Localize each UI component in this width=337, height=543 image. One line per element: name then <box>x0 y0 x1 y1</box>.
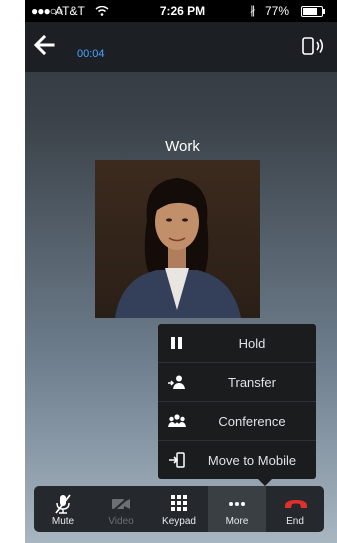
battery-level <box>303 8 317 15</box>
menu-item-label: Hold <box>238 336 266 351</box>
contact-name: Work <box>165 138 200 155</box>
call-toolbar: Mute Video Keypad More End <box>34 486 324 532</box>
call-duration: 00:04 <box>77 48 105 60</box>
contact-photo <box>95 160 260 318</box>
menu-item-label: Move to Mobile <box>207 453 297 468</box>
menu-item-move-to-mobile[interactable]: Move to Mobile <box>158 441 316 479</box>
phone-speaker-icon <box>302 37 324 55</box>
more-menu: Hold Transfer Conference Move to Mobile <box>158 324 316 479</box>
end-label: End <box>286 516 304 527</box>
clock: 7:26 PM <box>159 4 206 18</box>
arrow-left-icon <box>33 34 55 56</box>
keypad-label: Keypad <box>162 516 196 527</box>
more-button[interactable]: More <box>208 486 266 532</box>
menu-item-label: Conference <box>218 414 286 429</box>
menu-item-hold[interactable]: Hold <box>158 324 316 363</box>
video-button[interactable]: Video <box>92 486 150 532</box>
menu-item-conference[interactable]: Conference <box>158 402 316 441</box>
end-call-button[interactable]: End <box>266 486 324 532</box>
conference-icon <box>168 413 186 429</box>
pause-icon <box>168 335 186 351</box>
mic-muted-icon <box>55 494 71 514</box>
video-label: Video <box>108 516 134 527</box>
menu-item-transfer[interactable]: Transfer <box>158 363 316 402</box>
keypad-icon <box>171 495 187 511</box>
back-button[interactable] <box>33 34 55 56</box>
audio-route-button[interactable] <box>302 36 326 56</box>
menu-item-label: Transfer <box>228 375 276 390</box>
battery-icon <box>301 6 325 17</box>
call-screen: ●●●○○ AT&T 7:26 PM ∦ 77% 00:04 Work Hold… <box>25 0 337 543</box>
more-dots-icon <box>229 502 245 506</box>
status-bar: ●●●○○ AT&T 7:26 PM ∦ 77% <box>25 0 337 22</box>
battery-percent: 77% <box>265 4 290 18</box>
menu-pointer <box>257 478 273 486</box>
bluetooth-icon: ∦ <box>250 5 256 17</box>
transfer-icon <box>168 374 186 390</box>
end-call-icon <box>285 500 307 508</box>
move-to-mobile-icon <box>168 452 186 468</box>
call-header: 00:04 <box>25 22 337 72</box>
keypad-button[interactable]: Keypad <box>150 486 208 532</box>
more-label: More <box>225 516 249 527</box>
mute-label: Mute <box>51 516 75 527</box>
video-off-icon <box>112 496 130 512</box>
mute-button[interactable]: Mute <box>34 486 92 532</box>
